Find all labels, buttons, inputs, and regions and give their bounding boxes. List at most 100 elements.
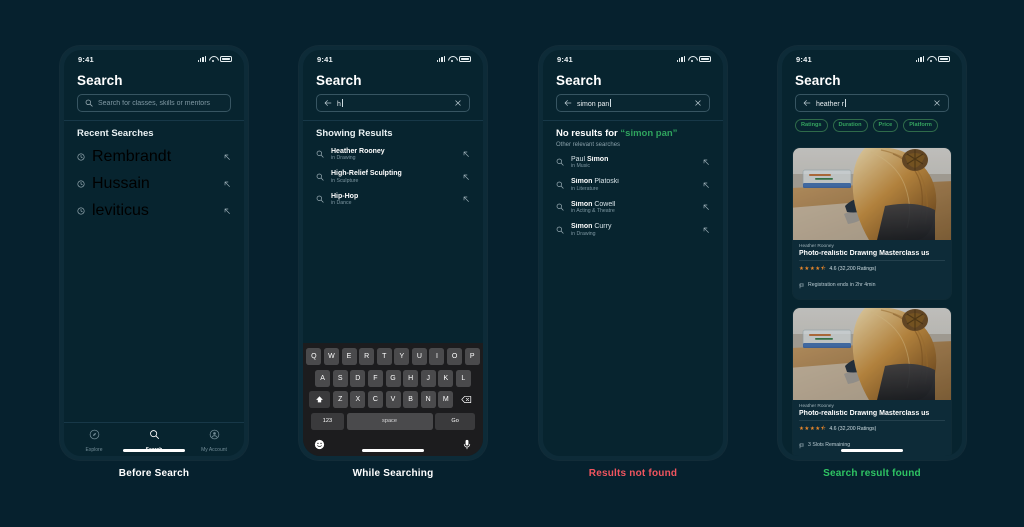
back-arrow-icon[interactable] xyxy=(564,99,572,107)
tab-my-account[interactable]: My Account xyxy=(190,427,238,453)
key-e[interactable]: E xyxy=(341,348,357,365)
key-s[interactable]: S xyxy=(332,369,348,387)
list-item-text: Simon Curry in Drawing xyxy=(571,223,695,237)
search-value: heather r xyxy=(816,98,847,108)
list-item[interactable]: Rembrandt xyxy=(77,143,231,170)
arrow-up-left-icon[interactable] xyxy=(702,181,710,189)
key-r[interactable]: R xyxy=(359,348,375,365)
key-p[interactable]: P xyxy=(464,348,480,365)
search-input[interactable]: h xyxy=(316,94,470,112)
list-item[interactable]: Paul Simon in Music xyxy=(556,151,710,174)
filter-chip-ratings[interactable]: Ratings xyxy=(795,119,828,132)
result-name: Paul Simon xyxy=(571,155,609,163)
search-input[interactable]: heather r xyxy=(795,94,949,112)
list-item[interactable]: Simon Platoski in Literature xyxy=(556,174,710,197)
key-w[interactable]: W xyxy=(323,348,339,365)
home-indicator xyxy=(362,449,424,452)
arrow-up-left-icon[interactable] xyxy=(223,207,231,215)
course-results-list: Heather Rooney Photo-realistic Drawing M… xyxy=(782,139,962,456)
arrow-up-left-icon[interactable] xyxy=(223,180,231,188)
result-name: Heather Rooney xyxy=(331,147,385,155)
course-author: Heather Rooney xyxy=(799,243,834,249)
search-input[interactable]: Search for classes, skills or mentors xyxy=(77,94,231,112)
filter-chip-price[interactable]: Price xyxy=(872,119,899,132)
key-o[interactable]: O xyxy=(447,348,463,365)
clock-icon xyxy=(77,152,85,161)
key-i[interactable]: I xyxy=(429,348,445,365)
search-icon xyxy=(556,226,564,234)
key-d[interactable]: D xyxy=(350,369,366,387)
key-t[interactable]: T xyxy=(376,348,392,365)
no-results-heading: No results for “simon pan” xyxy=(543,121,723,139)
course-rating-text: 4.6 (32,200 Ratings) xyxy=(829,265,877,272)
search-input[interactable]: simon pan xyxy=(556,94,710,112)
emoji-icon[interactable] xyxy=(314,437,325,455)
key-k[interactable]: K xyxy=(438,369,454,387)
list-item[interactable]: leviticus xyxy=(77,197,231,224)
key-m[interactable]: M xyxy=(438,391,454,408)
key-n[interactable]: N xyxy=(420,391,436,408)
list-item[interactable]: Simon Curry in Drawing xyxy=(556,219,710,242)
filter-chip-platform[interactable]: Platform xyxy=(903,119,938,132)
result-category: in Music xyxy=(571,163,591,169)
result-category: in Drawing xyxy=(331,155,356,161)
arrow-up-left-icon[interactable] xyxy=(462,195,470,203)
key-x[interactable]: X xyxy=(350,391,366,408)
list-item[interactable]: High-Relief Sculpting in Sculpture xyxy=(316,166,470,189)
keyboard-row-2: A S D F G H J K L xyxy=(305,369,481,387)
arrow-up-left-icon[interactable] xyxy=(462,150,470,158)
list-item-text: Hip-Hop in Dance xyxy=(331,193,455,207)
arrow-up-left-icon[interactable] xyxy=(702,226,710,234)
other-results-list: Paul Simon in Music Simon Platoski in Li… xyxy=(543,151,723,241)
battery-icon xyxy=(220,56,232,62)
caption-search-result-found: Search result found xyxy=(823,468,921,479)
go-key[interactable]: Go xyxy=(435,412,476,430)
key-b[interactable]: B xyxy=(403,391,419,408)
arrow-up-left-icon[interactable] xyxy=(462,173,470,181)
arrow-up-left-icon[interactable] xyxy=(702,158,710,166)
close-icon[interactable] xyxy=(454,99,462,107)
key-g[interactable]: G xyxy=(385,369,401,387)
search-placeholder: Search for classes, skills or mentors xyxy=(98,99,211,107)
list-item[interactable]: Heather Rooney in Drawing xyxy=(316,143,470,166)
search-icon xyxy=(316,173,324,181)
list-item[interactable]: Hip-Hop in Dance xyxy=(316,188,470,211)
tab-explore[interactable]: Explore xyxy=(70,427,118,453)
status-bar: 9:41 xyxy=(303,50,483,68)
numbers-key[interactable]: 123 xyxy=(310,412,344,430)
key-c[interactable]: C xyxy=(367,391,383,408)
mockup-stage: 9:41 Search Search for classes, skills o… xyxy=(0,0,1024,527)
key-y[interactable]: Y xyxy=(394,348,410,365)
close-icon[interactable] xyxy=(933,99,941,107)
course-card[interactable]: Heather Rooney Photo-realistic Drawing M… xyxy=(793,147,951,299)
space-key[interactable]: space xyxy=(346,412,433,430)
key-a[interactable]: A xyxy=(315,369,331,387)
search-value: simon pan xyxy=(577,98,612,108)
recent-searches-list: Rembrandt Hussain leviticus xyxy=(64,143,244,224)
course-thumbnail xyxy=(793,147,951,240)
backspace-key-icon[interactable] xyxy=(456,391,477,408)
key-u[interactable]: U xyxy=(411,348,427,365)
course-card[interactable]: Heather Rooney Photo-realistic Drawing M… xyxy=(793,307,951,456)
other-searches-label: Other relevant searches xyxy=(556,142,621,148)
list-item[interactable]: Simon Cowell in Acting & Theatre xyxy=(556,196,710,219)
key-h[interactable]: H xyxy=(403,369,419,387)
arrow-up-left-icon[interactable] xyxy=(702,203,710,211)
key-q[interactable]: Q xyxy=(306,348,322,365)
microphone-icon[interactable] xyxy=(462,437,472,455)
close-icon[interactable] xyxy=(694,99,702,107)
back-arrow-icon[interactable] xyxy=(324,99,332,107)
key-l[interactable]: L xyxy=(455,369,471,387)
filter-chip-duration[interactable]: Duration xyxy=(832,119,868,132)
arrow-up-left-icon[interactable] xyxy=(223,153,231,161)
key-v[interactable]: V xyxy=(385,391,401,408)
key-z[interactable]: Z xyxy=(332,391,348,408)
list-item[interactable]: Hussain xyxy=(77,170,231,197)
back-arrow-icon[interactable] xyxy=(803,99,811,107)
shift-key-icon[interactable] xyxy=(309,391,331,408)
wifi-icon xyxy=(448,56,456,62)
search-icon xyxy=(556,158,564,166)
key-j[interactable]: J xyxy=(420,369,436,387)
key-f[interactable]: F xyxy=(367,369,383,387)
search-icon xyxy=(556,181,564,189)
